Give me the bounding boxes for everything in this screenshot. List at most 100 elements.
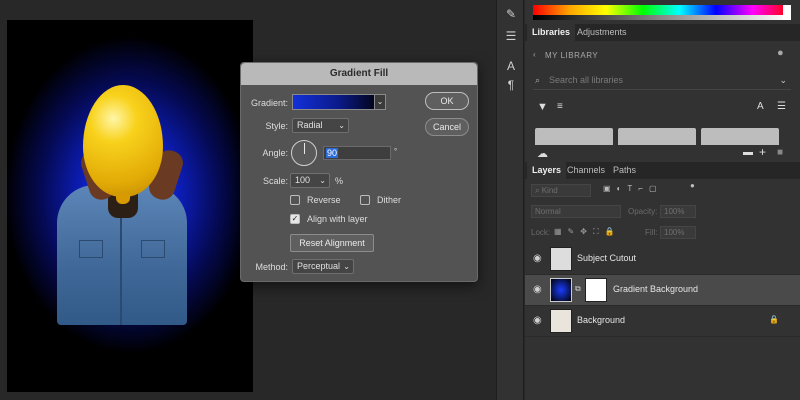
gradient-swatch[interactable]: [292, 94, 385, 110]
gradient-fill-dialog: Gradient Fill Gradient: ⌄ OK Cancel Styl…: [240, 62, 478, 282]
paragraph-icon[interactable]: ¶: [503, 77, 519, 93]
angle-label: Angle:: [262, 148, 288, 158]
opacity-label: Opacity:: [628, 207, 658, 216]
visibility-eye-icon[interactable]: ◉: [533, 315, 542, 326]
angle-value: 90: [326, 148, 339, 158]
tab-layers[interactable]: Layers: [527, 162, 567, 179]
layer-name: Gradient Background: [613, 284, 699, 294]
lock-icon[interactable]: 🔒: [769, 315, 779, 324]
fill-input[interactable]: 100%: [660, 226, 696, 239]
libraries-tab-bar: Libraries Adjustments: [525, 24, 800, 41]
reverse-label: Reverse: [307, 195, 341, 205]
dialog-title: Gradient Fill: [241, 63, 477, 85]
document-image[interactable]: [7, 20, 253, 392]
jacket-seam: [120, 205, 122, 325]
angle-input[interactable]: 90: [323, 146, 391, 160]
lock-icons[interactable]: ▦✎✥⛶🔒: [554, 227, 621, 237]
style-select[interactable]: Radial ⌄: [292, 118, 349, 133]
chevron-down-icon[interactable]: ⌄: [779, 70, 787, 90]
sort-icon[interactable]: ≡: [557, 101, 563, 112]
chevron-down-icon: ⌄: [376, 97, 384, 106]
scale-select[interactable]: 100 ⌄: [290, 173, 330, 188]
library-name[interactable]: MY LIBRARY: [545, 51, 598, 60]
layers-tab-bar: Layers Channels Paths: [525, 162, 800, 179]
trash-icon[interactable]: ■: [777, 147, 783, 158]
library-asset-thumbnail[interactable]: [701, 128, 779, 145]
lock-label: Lock:: [531, 228, 551, 237]
layer-row[interactable]: ◉ Background 🔒: [525, 306, 800, 337]
align-with-layer-checkbox[interactable]: ✓: [290, 214, 300, 224]
layer-name: Subject Cutout: [577, 253, 637, 263]
gradient-fill-thumbnail: [550, 278, 572, 302]
chevron-down-icon: ⌄: [338, 121, 345, 130]
library-asset-thumbnail[interactable]: [535, 128, 613, 145]
brush-icon[interactable]: ✎: [503, 6, 519, 22]
character-icon[interactable]: A: [503, 58, 519, 74]
search-icon: ⌕: [535, 186, 542, 195]
layer-mask-thumbnail: [585, 278, 607, 302]
scale-label: Scale:: [262, 176, 288, 186]
link-icon: ⧉: [575, 284, 581, 293]
angle-needle: [304, 143, 305, 154]
user-icon[interactable]: ●: [777, 47, 784, 59]
tab-channels[interactable]: Channels: [562, 162, 610, 179]
cloud-icon[interactable]: ☁: [537, 147, 548, 160]
style-label: Style:: [265, 121, 288, 131]
library-asset-thumbnail[interactable]: [618, 128, 696, 145]
layer-name: Background: [577, 315, 626, 325]
jacket-pocket-left: [79, 240, 103, 258]
dither-checkbox[interactable]: [360, 195, 370, 205]
adjustments-sliders-icon[interactable]: ☰: [503, 28, 519, 44]
cancel-button[interactable]: Cancel: [425, 118, 469, 136]
blend-mode-select[interactable]: Normal: [531, 205, 621, 218]
layer-row[interactable]: ◉ ⧉ Gradient Background: [525, 275, 800, 306]
tab-libraries[interactable]: Libraries: [527, 24, 576, 41]
reverse-checkbox[interactable]: [290, 195, 300, 205]
chevron-down-icon: ⌄: [343, 262, 350, 271]
opacity-input[interactable]: 100%: [660, 205, 696, 218]
visibility-eye-icon[interactable]: ◉: [533, 284, 542, 295]
scale-unit: %: [335, 176, 344, 186]
search-icon: ⌕: [535, 75, 541, 85]
yellow-balloon: [83, 85, 163, 197]
layer-filter-icons[interactable]: ▣◐T⌐▢: [603, 184, 663, 193]
jacket-pocket-right: [141, 240, 165, 258]
layer-thumbnail: [550, 309, 572, 333]
checkmark-icon: ✓: [291, 214, 299, 223]
align-with-layer-label: Align with layer: [307, 214, 368, 224]
photoshop-window: Gradient Fill Gradient: ⌄ OK Cancel Styl…: [0, 0, 800, 400]
white-swatch[interactable]: [783, 5, 791, 20]
filter-toggle-icon[interactable]: ●: [690, 181, 695, 190]
tab-adjustments[interactable]: Adjustments: [572, 24, 632, 41]
chevron-down-icon: ⌄: [319, 176, 326, 185]
text-list-icon[interactable]: A: [757, 101, 764, 112]
gradient-label: Gradient:: [250, 98, 288, 108]
list-view-icon[interactable]: ☰: [777, 101, 786, 112]
ok-button[interactable]: OK: [425, 92, 469, 110]
style-value: Radial: [297, 120, 323, 130]
reset-alignment-button[interactable]: Reset Alignment: [290, 234, 374, 252]
gradient-dropdown-button[interactable]: ⌄: [374, 94, 386, 110]
filter-icon[interactable]: ▼: [537, 101, 548, 113]
folder-icon[interactable]: ▬: [743, 147, 753, 158]
layer-kind-filter[interactable]: ⌕ Kind: [531, 184, 591, 197]
search-placeholder: Search all libraries: [549, 75, 624, 85]
angle-dial[interactable]: [291, 140, 317, 166]
color-spectrum-bar[interactable]: [533, 5, 789, 20]
scale-value: 100: [295, 175, 311, 185]
add-icon[interactable]: +: [759, 145, 766, 159]
tab-paths[interactable]: Paths: [608, 162, 641, 179]
method-value: Perceptual: [297, 261, 341, 271]
balloon-knot: [116, 194, 130, 204]
method-select[interactable]: Perceptual ⌄: [292, 259, 354, 274]
layer-thumbnail: [550, 247, 572, 271]
visibility-eye-icon[interactable]: ◉: [533, 253, 542, 264]
back-chevron-icon[interactable]: ‹: [533, 50, 536, 59]
angle-unit: °: [394, 147, 398, 156]
fill-label: Fill:: [645, 228, 658, 237]
library-search-input[interactable]: ⌕ Search all libraries ⌄: [533, 70, 791, 90]
kind-placeholder: Kind: [541, 186, 558, 195]
layer-row[interactable]: ◉ Subject Cutout: [525, 244, 800, 275]
method-label: Method:: [255, 262, 288, 272]
dither-label: Dither: [377, 195, 402, 205]
